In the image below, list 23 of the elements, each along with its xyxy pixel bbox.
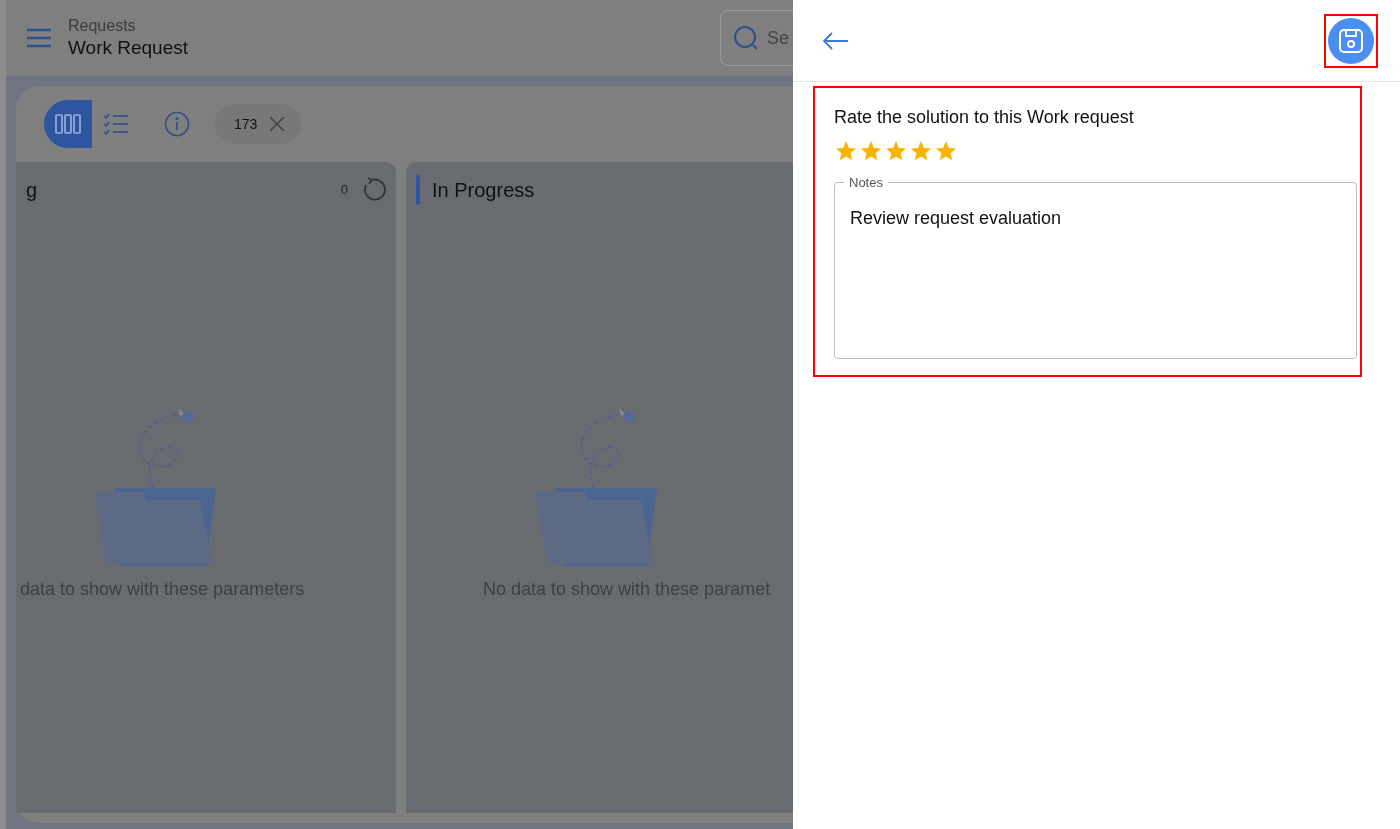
search-icon (733, 25, 759, 51)
column-title: In Progress (432, 178, 535, 203)
rating-question: Rate the solution to this Work request (834, 106, 1135, 129)
breadcrumb: Requests (68, 16, 137, 36)
star-icon[interactable] (909, 139, 933, 163)
view-toggle[interactable] (44, 100, 92, 148)
notes-text: Review request evaluation (850, 206, 1063, 230)
info-icon[interactable] (164, 111, 190, 137)
star-icon[interactable] (859, 139, 883, 163)
close-icon[interactable] (269, 116, 286, 132)
field-label: Notes (848, 174, 884, 192)
chip-label: 173 (234, 114, 258, 134)
search-placeholder: Se (767, 26, 790, 50)
star-icon[interactable] (884, 139, 908, 163)
checklist-icon (103, 113, 129, 135)
columns-icon (55, 113, 81, 135)
back-arrow-icon[interactable] (823, 31, 849, 50)
column-title: g (26, 178, 38, 203)
menu-icon[interactable] (26, 28, 52, 48)
page-title: Work Request (68, 36, 189, 60)
star-icon[interactable] (934, 139, 958, 163)
star-icon[interactable] (834, 139, 858, 163)
column-count: 0 (340, 181, 348, 200)
